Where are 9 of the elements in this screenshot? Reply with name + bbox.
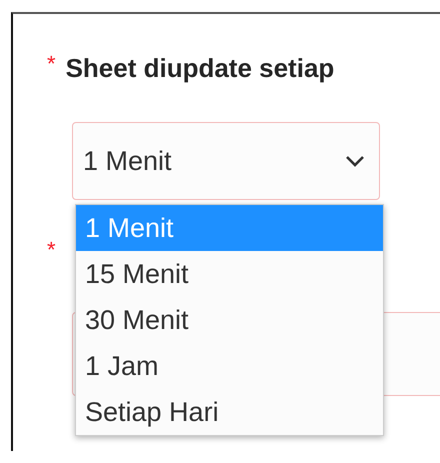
dropdown-option[interactable]: 15 Menit <box>76 251 383 297</box>
required-mark: * <box>47 50 56 78</box>
select-field[interactable]: 1 Menit <box>72 122 380 200</box>
dropdown-option[interactable]: 1 Jam <box>76 343 383 389</box>
dropdown-option[interactable]: Setiap Hari <box>76 389 383 435</box>
required-mark: * <box>47 236 56 264</box>
field-label: Sheet diupdate setiap <box>66 52 334 85</box>
dropdown-option[interactable]: 30 Menit <box>76 297 383 343</box>
chevron-down-icon <box>345 155 365 167</box>
